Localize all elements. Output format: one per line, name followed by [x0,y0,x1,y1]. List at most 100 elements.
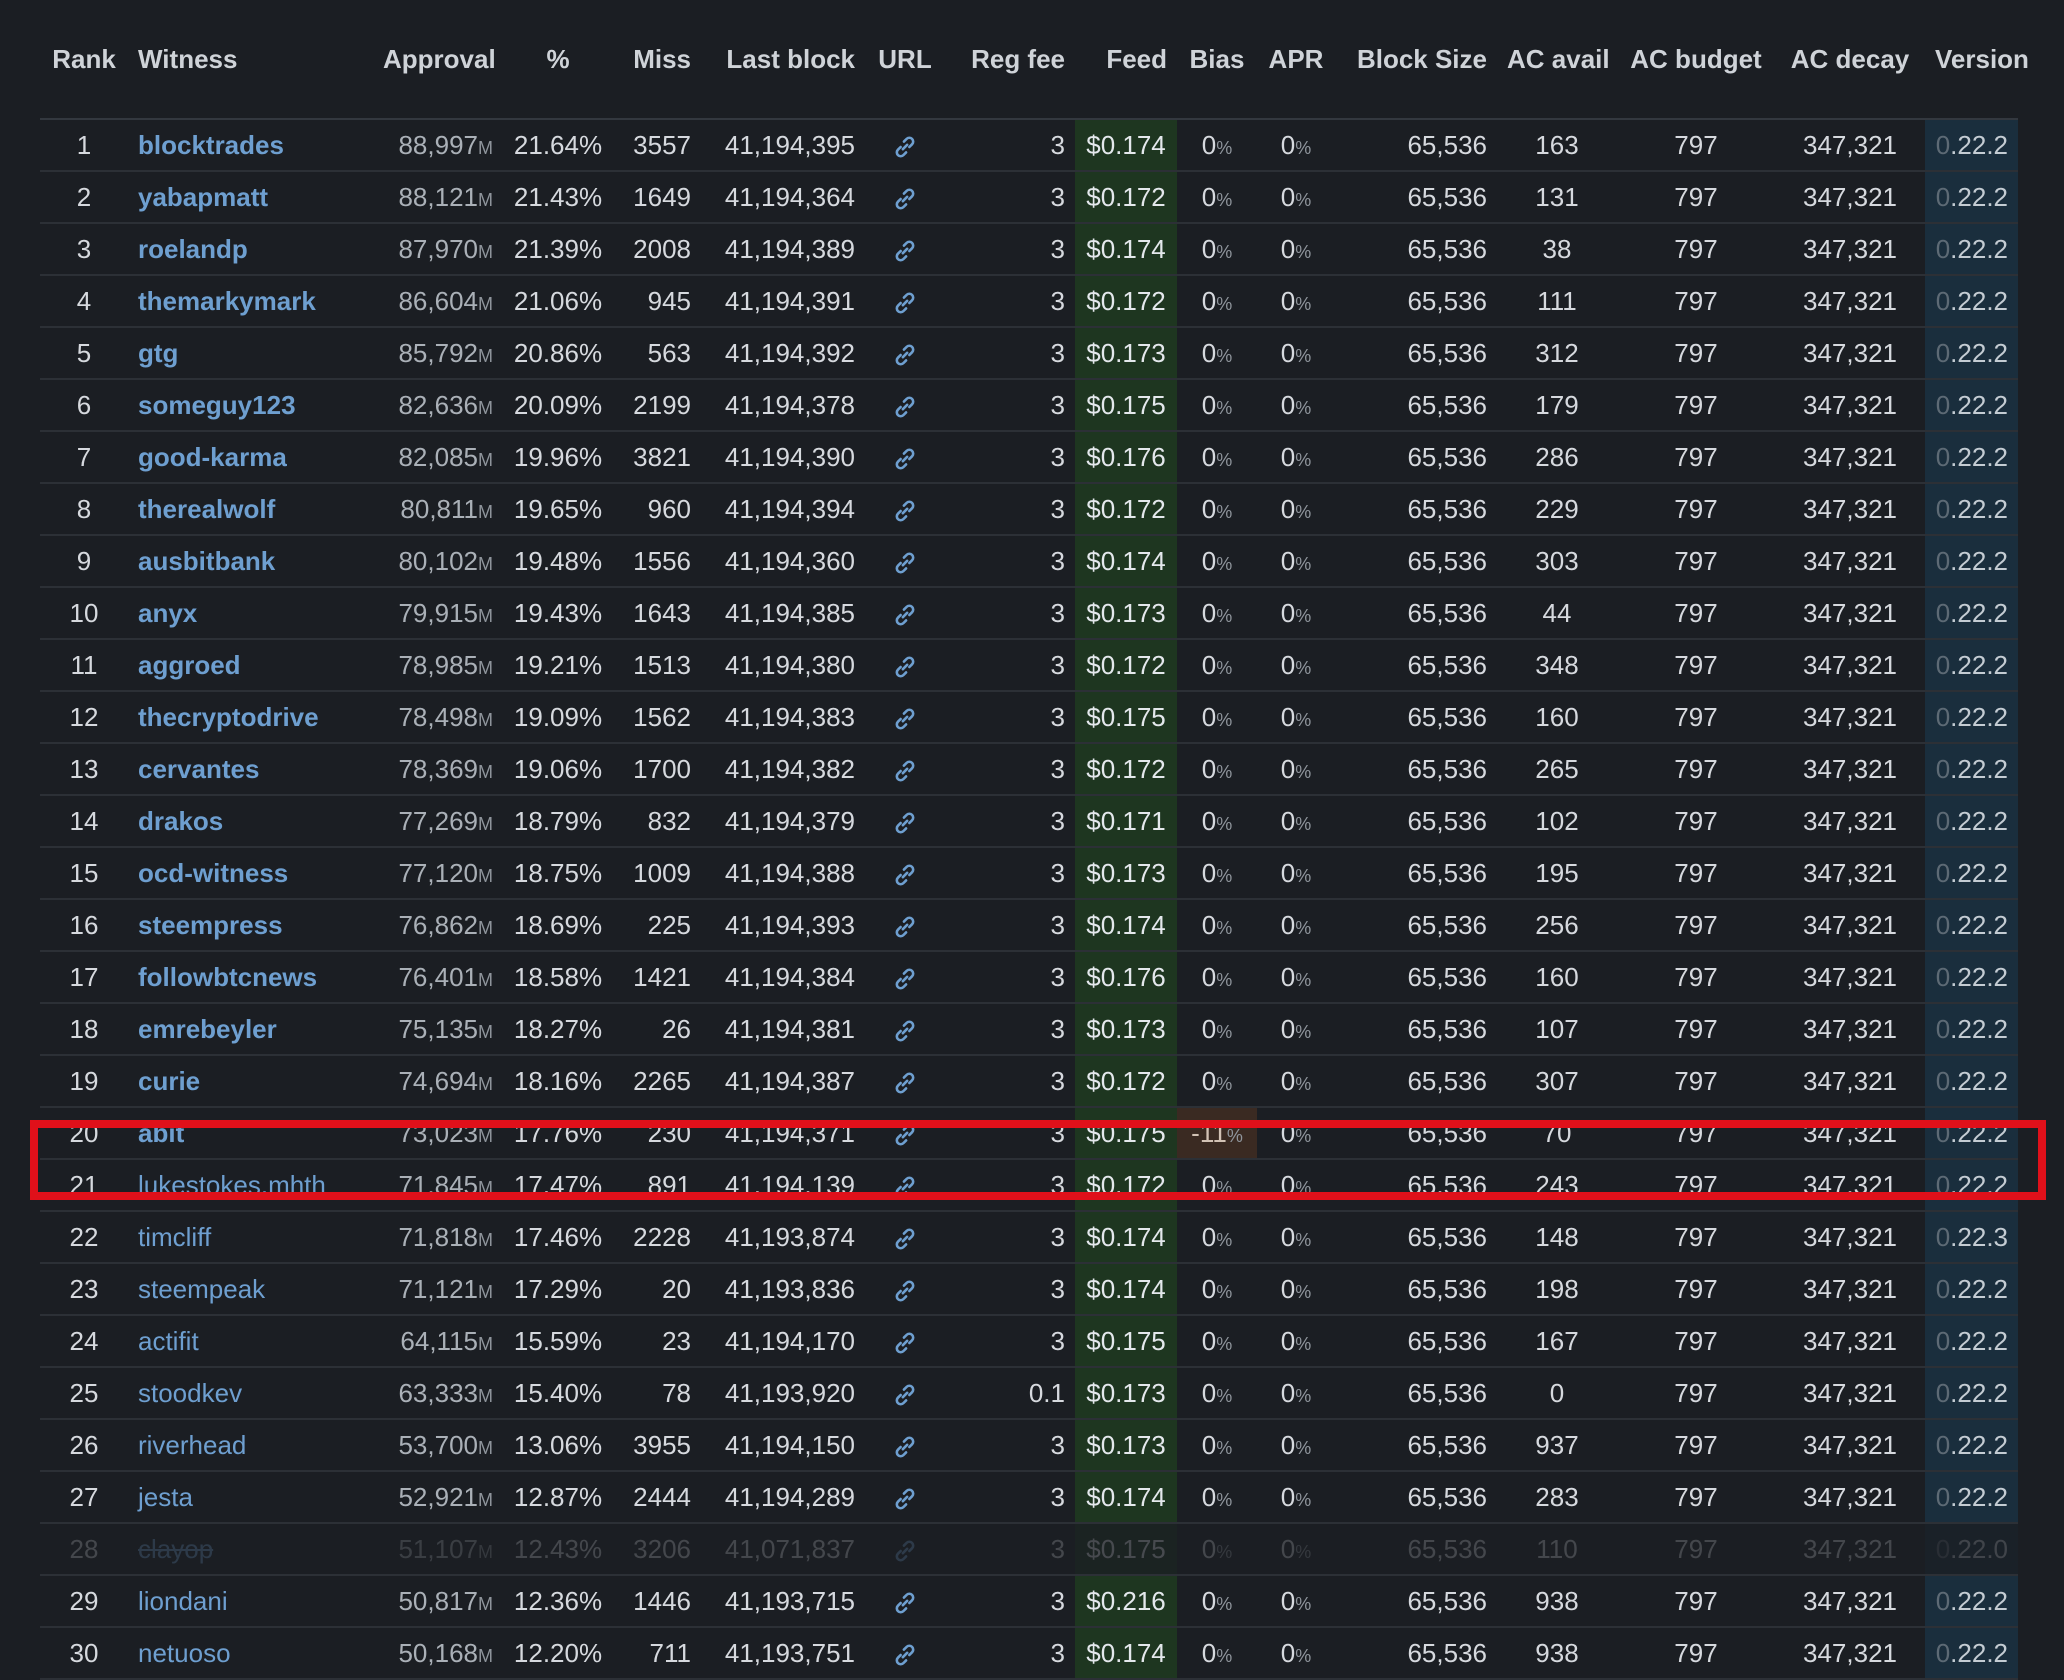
witness-cell: drakos [128,795,373,848]
link-icon[interactable] [892,498,918,524]
witness-link[interactable]: ocd-witness [138,858,288,888]
witness-link[interactable]: roelandp [138,234,248,264]
witness-link[interactable]: emrebeyler [138,1014,277,1044]
approval-cell: 64,115M [373,1315,503,1368]
link-icon[interactable] [892,862,918,888]
reg-fee-cell: 3 [945,1523,1075,1576]
col-header-reg-fee[interactable]: Reg fee [945,0,1075,120]
col-header-approval[interactable]: Approval [373,0,503,120]
table-row: 4 themarkymark 86,604M 21.06% 945 41,194… [40,275,2018,328]
reg-fee-cell: 3 [945,743,1075,796]
feed-cell: $0.172 [1075,171,1177,224]
witness-link[interactable]: abit [138,1118,184,1148]
link-icon[interactable] [892,810,918,836]
col-header-apr[interactable]: APR [1257,0,1335,120]
witness-link[interactable]: good-karma [138,442,287,472]
col-header-percent[interactable]: % [503,0,613,120]
witness-link[interactable]: jesta [138,1482,193,1512]
witness-link[interactable]: someguy123 [138,390,296,420]
witness-link[interactable]: anyx [138,598,197,628]
witness-link[interactable]: lukestokes.mhth [138,1170,326,1200]
approval-cell: 82,085M [373,431,503,484]
rank-cell: 29 [40,1575,128,1628]
link-icon[interactable] [892,706,918,732]
link-icon[interactable] [892,1590,918,1616]
link-icon[interactable] [892,758,918,784]
col-header-block-size[interactable]: Block Size [1335,0,1497,120]
link-icon[interactable] [892,550,918,576]
link-icon[interactable] [892,1122,918,1148]
ac-budget-cell: 797 [1617,1263,1775,1316]
last-block-cell: 41,194,380 [701,639,865,692]
link-icon[interactable] [892,342,918,368]
link-icon[interactable] [892,1226,918,1252]
col-header-miss[interactable]: Miss [613,0,701,120]
col-header-witness[interactable]: Witness [128,0,373,120]
link-icon[interactable] [892,1278,918,1304]
witness-link[interactable]: actifit [138,1326,199,1356]
link-icon[interactable] [892,1382,918,1408]
link-icon[interactable] [892,1434,918,1460]
link-icon[interactable] [892,602,918,628]
col-header-last-block[interactable]: Last block [701,0,865,120]
link-icon[interactable] [892,186,918,212]
witness-link[interactable]: stoodkev [138,1378,242,1408]
witness-link[interactable]: therealwolf [138,494,275,524]
link-icon[interactable] [892,446,918,472]
link-icon[interactable] [892,290,918,316]
witness-link[interactable]: liondani [138,1586,228,1616]
bias-cell: 0% [1177,379,1257,432]
witness-link[interactable]: clayop [138,1534,213,1564]
col-header-ac-avail[interactable]: AC avail [1497,0,1617,120]
bias-value: 0 [1201,1585,1217,1616]
link-icon[interactable] [892,1018,918,1044]
witness-link[interactable]: aggroed [138,650,241,680]
bias-cell: 0% [1177,1159,1257,1212]
link-icon[interactable] [892,914,918,940]
link-icon[interactable] [892,654,918,680]
witness-link[interactable]: themarkymark [138,286,316,316]
ac-avail-cell: 307 [1497,1055,1617,1108]
witness-link[interactable]: timcliff [138,1222,211,1252]
witness-link[interactable]: netuoso [138,1638,231,1668]
ac-budget-cell: 797 [1617,951,1775,1004]
link-icon[interactable] [892,1642,918,1668]
link-icon[interactable] [892,1174,918,1200]
witness-link[interactable]: followbtcnews [138,962,317,992]
witness-link[interactable]: blocktrades [138,130,284,160]
bias-unit: % [1216,709,1233,730]
witness-link[interactable]: steempress [138,910,283,940]
block-size-cell: 65,536 [1335,1523,1497,1576]
witness-link[interactable]: gtg [138,338,178,368]
link-icon[interactable] [892,394,918,420]
approval-unit: M [478,501,493,522]
link-icon[interactable] [892,1538,918,1564]
miss-cell: 1649 [613,171,701,224]
witness-link[interactable]: ausbitbank [138,546,275,576]
url-cell [865,171,945,224]
col-header-feed[interactable]: Feed [1075,0,1177,120]
witness-link[interactable]: curie [138,1066,200,1096]
col-header-version[interactable]: Version [1925,0,2029,120]
witness-link[interactable]: yabapmatt [138,182,268,212]
col-header-bias[interactable]: Bias [1177,0,1257,120]
witness-link[interactable]: thecryptodrive [138,702,319,732]
approval-value: 85,792 [398,337,478,368]
approval-unit: M [478,865,493,886]
witness-link[interactable]: steempeak [138,1274,265,1304]
link-icon[interactable] [892,1486,918,1512]
col-header-ac-budget[interactable]: AC budget [1617,0,1775,120]
col-header-ac-decay[interactable]: AC decay [1775,0,1925,120]
link-icon[interactable] [892,1330,918,1356]
approval-value: 82,085 [398,441,478,472]
apr-value: 0 [1280,1533,1296,1564]
link-icon[interactable] [892,134,918,160]
link-icon[interactable] [892,238,918,264]
witness-link[interactable]: riverhead [138,1430,246,1460]
link-icon[interactable] [892,966,918,992]
witness-link[interactable]: cervantes [138,754,259,784]
col-header-rank[interactable]: Rank [40,0,128,120]
link-icon[interactable] [892,1070,918,1096]
witness-link[interactable]: drakos [138,806,223,836]
percent-cell: 12.20% [503,1627,613,1680]
